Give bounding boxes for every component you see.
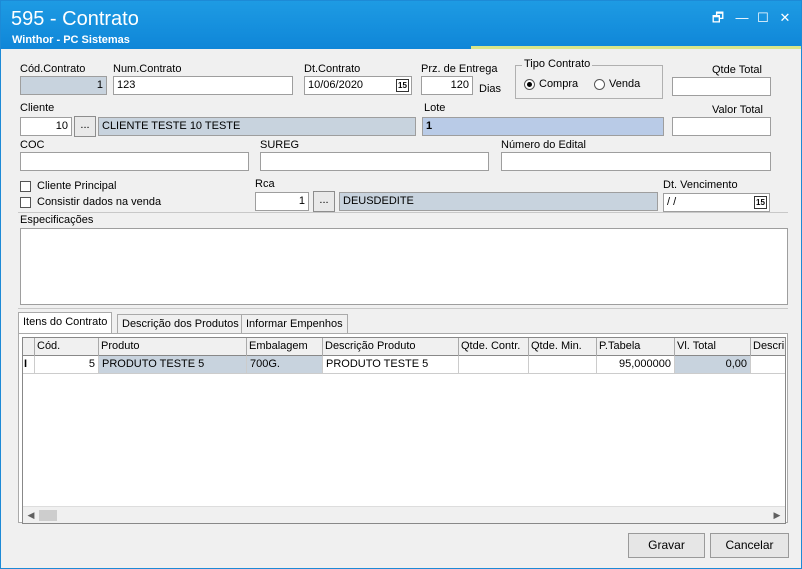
radio-venda[interactable]: Venda [594, 78, 640, 90]
valor-total-label: Valor Total [712, 104, 763, 116]
window-title: 595 - Contrato [11, 8, 139, 30]
consistir-label: Consistir dados na venda [37, 196, 162, 208]
scroll-thumb[interactable] [39, 510, 57, 521]
tab-descricao-produtos[interactable]: Descrição dos Produtos [117, 314, 244, 334]
grid-header: Cód. Produto Embalagem Descrição Produto… [23, 338, 785, 356]
minimize-button[interactable]: — [734, 10, 750, 26]
cell-p-tabela[interactable]: 95,000000 [597, 356, 675, 374]
dt-contrato-field[interactable]: 10/06/2020 15 [304, 76, 412, 95]
tab-itens-contrato[interactable]: Itens do Contrato [18, 312, 113, 334]
divider [18, 308, 788, 309]
num-contrato-label: Num.Contrato [113, 63, 182, 75]
radio-compra-label: Compra [539, 78, 579, 90]
cliente-lookup-button[interactable]: ... [74, 116, 96, 137]
consistir-checkbox[interactable]: Consistir dados na venda [20, 196, 161, 208]
col-header-descricao-produto[interactable]: Descrição Produto [323, 338, 459, 356]
scroll-right-icon[interactable]: ▶ [770, 508, 784, 522]
valor-total-field[interactable] [672, 117, 771, 136]
cell-qtde-contr[interactable] [459, 356, 529, 374]
contrato-window: 595 - Contrato Winthor - PC Sistemas 🗗 —… [0, 0, 802, 569]
col-header-produto[interactable]: Produto [99, 338, 247, 356]
scroll-left-icon[interactable]: ◀ [24, 508, 38, 522]
divider [18, 212, 788, 213]
rca-code-field[interactable]: 1 [255, 192, 309, 211]
title-bar[interactable]: 595 - Contrato Winthor - PC Sistemas 🗗 —… [1, 1, 801, 49]
cell-descricao-produto[interactable]: PRODUTO TESTE 5 [323, 356, 459, 374]
col-header-cod[interactable]: Cód. [35, 338, 99, 356]
row-indicator-icon: I [23, 356, 35, 374]
cliente-name-field: CLIENTE TESTE 10 TESTE [98, 117, 416, 136]
radio-compra[interactable]: Compra [524, 78, 578, 90]
numero-edital-field[interactable] [501, 152, 771, 171]
col-header-descri[interactable]: Descri [751, 338, 785, 356]
cell-produto[interactable]: PRODUTO TESTE 5 [99, 356, 247, 374]
prz-entrega-label: Prz. de Entrega [421, 63, 498, 75]
dt-vencimento-field[interactable]: / / 15 [663, 193, 770, 212]
num-contrato-field[interactable]: 123 [113, 76, 293, 95]
items-grid[interactable]: Cód. Produto Embalagem Descrição Produto… [22, 337, 786, 524]
qtde-total-label: Qtde Total [712, 64, 762, 76]
radio-dot-icon [594, 78, 605, 90]
sureg-field[interactable] [260, 152, 489, 171]
col-header-vl-total[interactable]: Vl. Total [675, 338, 751, 356]
coc-label: COC [20, 139, 45, 151]
cod-contrato-label: Cód.Contrato [20, 63, 86, 75]
cod-contrato-field[interactable]: 1 [20, 76, 107, 95]
checkbox-icon [20, 196, 31, 208]
sureg-label: SUREG [260, 139, 300, 151]
cell-vl-total[interactable]: 0,00 [675, 356, 751, 374]
cliente-principal-label: Cliente Principal [37, 180, 117, 192]
tab-informar-empenhos[interactable]: Informar Empenhos [241, 314, 348, 334]
radio-dot-icon [524, 78, 535, 90]
col-header-embalagem[interactable]: Embalagem [247, 338, 323, 356]
col-header-qtde-min[interactable]: Qtde. Min. [529, 338, 597, 356]
col-header-qtde-contr[interactable]: Qtde. Contr. [459, 338, 529, 356]
cell-qtde-min[interactable] [529, 356, 597, 374]
dt-vencimento-label: Dt. Vencimento [663, 179, 738, 191]
maximize-button[interactable]: ☐ [755, 10, 771, 26]
rca-name-field: DEUSDEDITE [339, 192, 658, 211]
calendar-icon[interactable]: 15 [396, 79, 409, 92]
dt-contrato-label: Dt.Contrato [304, 63, 361, 75]
cliente-code-field[interactable]: 10 [20, 117, 72, 136]
close-button[interactable]: ✕ [777, 10, 793, 26]
rca-lookup-button[interactable]: ... [313, 191, 335, 212]
dt-contrato-value: 10/06/2020 [308, 79, 364, 91]
lote-field[interactable]: 1 [422, 117, 664, 136]
prz-entrega-field[interactable]: 120 [421, 76, 473, 95]
horizontal-scrollbar[interactable]: ◀ ▶ [23, 506, 785, 523]
checkbox-icon [20, 180, 31, 192]
restore-icon[interactable]: 🗗 [710, 10, 726, 26]
radio-venda-label: Venda [609, 78, 641, 90]
dt-vencimento-value: / / [667, 196, 677, 208]
especificacoes-field[interactable] [20, 228, 788, 305]
cell-embalagem[interactable]: 700G. [247, 356, 323, 374]
especificacoes-label: Especificações [20, 214, 94, 226]
lote-label: Lote [424, 102, 446, 114]
window-subtitle: Winthor - PC Sistemas [12, 34, 130, 46]
gravar-button[interactable]: Gravar [628, 533, 705, 558]
cliente-label: Cliente [20, 102, 55, 114]
cell-descri[interactable] [751, 356, 785, 374]
calendar-icon[interactable]: 15 [754, 196, 767, 209]
table-row[interactable]: I 5 PRODUTO TESTE 5 700G. PRODUTO TESTE … [23, 356, 785, 374]
cancelar-button[interactable]: Cancelar [710, 533, 789, 558]
rca-label: Rca [255, 178, 275, 190]
title-accent-line [471, 46, 801, 49]
col-header-indicator [23, 338, 35, 356]
cell-cod[interactable]: 5 [35, 356, 99, 374]
dias-label: Dias [479, 83, 502, 95]
col-header-p-tabela[interactable]: P.Tabela [597, 338, 675, 356]
tipo-contrato-group: Tipo Contrato Compra Venda [515, 58, 663, 99]
cliente-principal-checkbox[interactable]: Cliente Principal [20, 180, 116, 192]
numero-edital-label: Número do Edital [501, 139, 586, 151]
coc-field[interactable] [20, 152, 249, 171]
tipo-contrato-label: Tipo Contrato [522, 58, 593, 70]
qtde-total-field[interactable] [672, 77, 771, 96]
